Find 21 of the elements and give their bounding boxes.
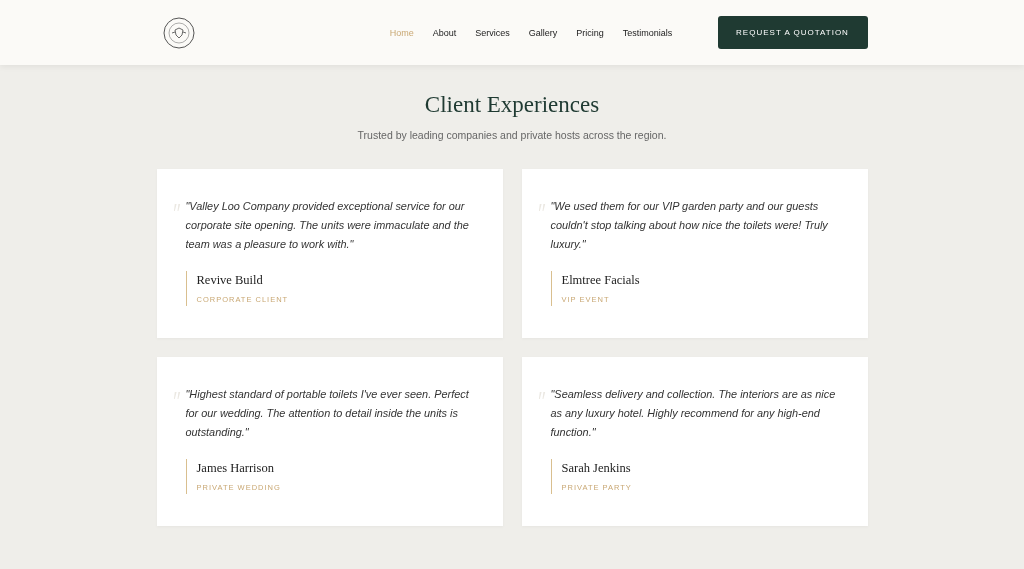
- nav-link[interactable]: Services: [475, 27, 510, 38]
- section-title: Client Experiences: [423, 91, 601, 119]
- author-name: Revive Build: [196, 273, 264, 288]
- testimonial-quote: "We used them for our VIP garden party and our guests couldn't stop talking about how nice the toilets were! Truly luxury.": [550, 199, 829, 252]
- nav-link[interactable]: About: [432, 27, 457, 38]
- quote-icon: [537, 391, 547, 400]
- quote-icon: [172, 391, 182, 400]
- author-name: Sarah Jenkins: [561, 461, 632, 476]
- testimonial-quote: "Highest standard of portable toilets I've ever seen. Perfect for our wedding. The attention to detail inside the units is outstanding.": [185, 387, 470, 440]
- testimonial-quote: "Valley Loo Company provided exceptional service for our corporate site opening. The units were immaculate and the team was a pleasure to work with.": [185, 199, 470, 252]
- testimonial-quote: "Seamless delivery and collection. The interiors are as nice as any luxury hotel. Highly recommend for any high-end function.": [550, 387, 837, 440]
- nav-link[interactable]: Testimonials: [622, 27, 673, 38]
- logo-icon[interactable]: [162, 16, 195, 49]
- section-subtitle: Trusted by leading companies and private hosts across the region.: [356, 129, 668, 141]
- nav-link[interactable]: Pricing: [576, 27, 604, 38]
- nav-link[interactable]: Gallery: [528, 27, 558, 38]
- quote-icon: [172, 203, 182, 212]
- request-quotation-button[interactable]: REQUEST A QUOTATION: [717, 16, 868, 49]
- quote-icon: [537, 203, 547, 212]
- author-name: James Harrison: [196, 461, 275, 476]
- author-name: Elmtree Facials: [561, 273, 641, 288]
